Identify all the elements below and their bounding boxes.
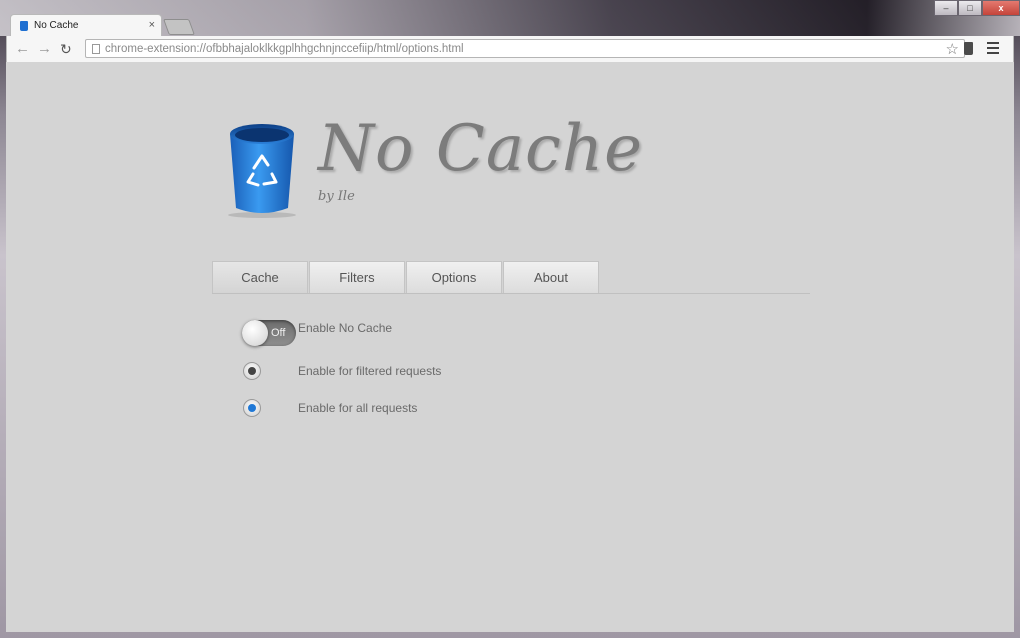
star-icon[interactable]: ☆ (946, 40, 959, 58)
tab-filters[interactable]: Filters (309, 261, 405, 293)
menu-icon[interactable] (987, 42, 999, 57)
radio-dot (248, 367, 256, 375)
minimize-button[interactable]: – (934, 0, 958, 16)
close-window-button[interactable]: x (982, 0, 1020, 16)
toggle-state-label: Off (271, 327, 286, 339)
radio-dot-selected (248, 404, 256, 412)
all-requests-radio[interactable] (243, 399, 261, 417)
enable-no-cache-label: Enable No Cache (298, 321, 393, 335)
window-controls: – □ x (934, 0, 1020, 16)
app-title: No Cache (318, 112, 643, 186)
author-byline: by Ile (318, 189, 355, 204)
filtered-requests-label: Enable for filtered requests (298, 364, 442, 378)
browser-tab[interactable]: No Cache × (10, 14, 162, 36)
reload-icon[interactable]: ↻ (60, 40, 72, 58)
filtered-requests-radio[interactable] (243, 362, 261, 380)
tab-cache[interactable]: Cache (212, 261, 308, 293)
back-arrow-icon[interactable]: ← (15, 40, 30, 58)
address-bar[interactable]: chrome-extension://ofbbhajaloklkkgplhhgc… (85, 39, 965, 58)
tab-about[interactable]: About (503, 261, 599, 293)
browser-tab-title: No Cache (34, 20, 79, 31)
no-cache-extension-icon[interactable] (964, 42, 973, 55)
url-text: chrome-extension://ofbbhajaloklkkgplhhgc… (105, 42, 464, 55)
all-requests-label: Enable for all requests (298, 401, 418, 415)
page-icon (92, 43, 100, 54)
browser-toolbar: ← → ↻ chrome-extension://ofbbhajaloklkkg… (6, 36, 1014, 62)
maximize-button[interactable]: □ (958, 0, 982, 16)
options-tabs: Cache Filters Options About (212, 261, 810, 294)
forward-arrow-icon[interactable]: → (37, 40, 52, 58)
tab-options[interactable]: Options (406, 261, 502, 293)
enable-no-cache-toggle[interactable]: Off (242, 320, 296, 346)
new-tab-button[interactable] (163, 19, 195, 35)
bin-favicon-icon (20, 20, 28, 31)
toggle-knob (242, 320, 268, 346)
recycle-bin-logo-icon (228, 124, 296, 218)
close-tab-icon[interactable]: × (149, 19, 155, 31)
